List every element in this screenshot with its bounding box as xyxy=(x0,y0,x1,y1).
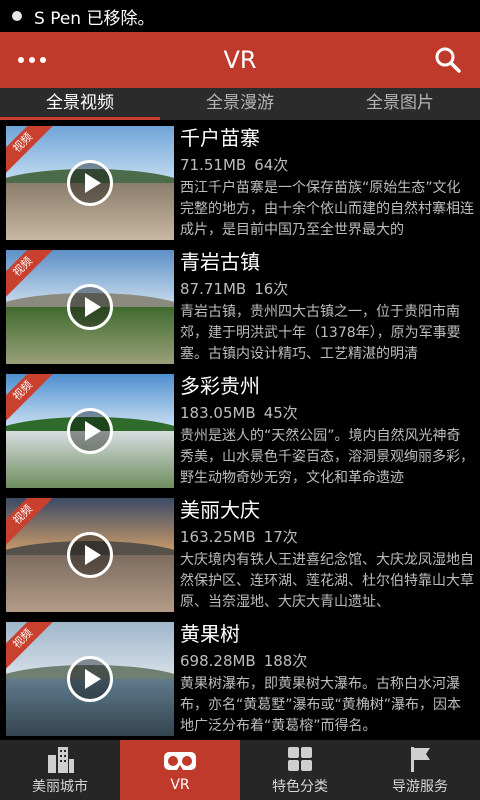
item-description: 大庆境内有铁人王进喜纪念馆、大庆龙凤湿地自然保护区、连环湖、莲花湖、杜尔伯特靠山… xyxy=(180,552,474,610)
search-icon[interactable] xyxy=(434,46,462,74)
nav-label: VR xyxy=(170,776,190,793)
list-item[interactable]: 视频 千户苗寨 71.51MB 64次 西江千户苗寨是一个保存苗族“原始生态”文化… xyxy=(0,120,480,244)
item-title: 黄果树 xyxy=(180,622,240,646)
play-icon[interactable] xyxy=(67,160,113,206)
view-count: 45次 xyxy=(263,404,298,422)
list-item[interactable]: 视频 美丽大庆 163.25MB 17次 大庆境内有铁人王进喜纪念馆、大庆龙凤湿地… xyxy=(0,492,480,616)
list-item[interactable]: 视频 青岩古镇 87.71MB 16次 青岩古镇，贵州四大古镇之一，位于贵阳市南郊… xyxy=(0,244,480,368)
nav-item-city[interactable]: 美丽城市 xyxy=(0,740,120,800)
play-icon[interactable] xyxy=(67,532,113,578)
video-thumbnail[interactable]: 视频 xyxy=(6,126,174,240)
view-count: 188次 xyxy=(263,652,308,670)
file-size: 87.71MB xyxy=(180,280,247,298)
tab-panorama-images[interactable]: 全景图片 xyxy=(320,88,480,120)
vr-headset-icon xyxy=(164,751,196,770)
item-description: 黄果树瀑布，即黄果树大瀑布。古称白水河瀑布，亦名“黄葛墅”瀑布或“黄桷树”瀑布，… xyxy=(180,676,462,734)
play-icon[interactable] xyxy=(67,408,113,454)
more-menu-icon[interactable] xyxy=(18,57,46,63)
tab-bar: 全景视频 全景漫游 全景图片 xyxy=(0,88,480,120)
list-item[interactable]: 视频 多彩贵州 183.05MB 45次 贵州是迷人的“天然公园”。境内自然风光神… xyxy=(0,368,480,492)
tab-panorama-video[interactable]: 全景视频 xyxy=(0,88,160,120)
video-thumbnail[interactable]: 视频 xyxy=(6,250,174,364)
flag-icon xyxy=(411,746,430,772)
grid-icon xyxy=(288,746,312,771)
page-title: VR xyxy=(223,46,257,74)
nav-label: 美丽城市 xyxy=(32,778,88,795)
bottom-nav: 美丽城市 VR 特色分类 导游服务 xyxy=(0,740,480,800)
play-icon[interactable] xyxy=(67,284,113,330)
view-count: 64次 xyxy=(254,156,289,174)
video-thumbnail[interactable]: 视频 xyxy=(6,622,174,736)
tab-panorama-tour[interactable]: 全景漫游 xyxy=(160,88,320,120)
item-description: 贵州是迷人的“天然公园”。境内自然风光神奇秀美，山水景色千姿百态，溶洞景观绚丽多… xyxy=(180,428,474,486)
video-thumbnail[interactable]: 视频 xyxy=(6,374,174,488)
file-size: 183.05MB xyxy=(180,404,256,422)
item-title: 青岩古镇 xyxy=(180,250,260,274)
list-item[interactable]: 视频 黄果树 698.28MB 188次 黄果树瀑布，即黄果树大瀑布。古称白水河瀑… xyxy=(0,616,480,740)
view-count: 16次 xyxy=(254,280,289,298)
nav-item-vr[interactable]: VR xyxy=(120,740,240,800)
item-title: 多彩贵州 xyxy=(180,374,260,398)
video-list: 视频 千户苗寨 71.51MB 64次 西江千户苗寨是一个保存苗族“原始生态”文化… xyxy=(0,120,480,740)
item-description: 西江千户苗寨是一个保存苗族“原始生态”文化完整的地方，由十余个依山而建的自然村寨… xyxy=(180,180,474,238)
file-size: 163.25MB xyxy=(180,528,256,546)
view-count: 17次 xyxy=(263,528,298,546)
nav-label: 特色分类 xyxy=(272,778,328,795)
app-bar: VR xyxy=(0,32,480,88)
status-message: S Pen 已移除。 xyxy=(34,8,155,29)
city-icon xyxy=(48,746,74,773)
nav-item-guide[interactable]: 导游服务 xyxy=(360,740,480,800)
nav-item-categories[interactable]: 特色分类 xyxy=(240,740,360,800)
status-bar: S Pen 已移除。 xyxy=(0,0,480,32)
file-size: 698.28MB xyxy=(180,652,256,670)
item-description: 青岩古镇，贵州四大古镇之一，位于贵阳市南郊，建于明洪武十年（1378年），原为军… xyxy=(180,304,461,362)
item-title: 美丽大庆 xyxy=(180,498,260,522)
nav-label: 导游服务 xyxy=(392,778,448,795)
notification-icon xyxy=(12,11,22,21)
video-thumbnail[interactable]: 视频 xyxy=(6,498,174,612)
file-size: 71.51MB xyxy=(180,156,247,174)
item-title: 千户苗寨 xyxy=(180,126,260,150)
play-icon[interactable] xyxy=(67,656,113,702)
